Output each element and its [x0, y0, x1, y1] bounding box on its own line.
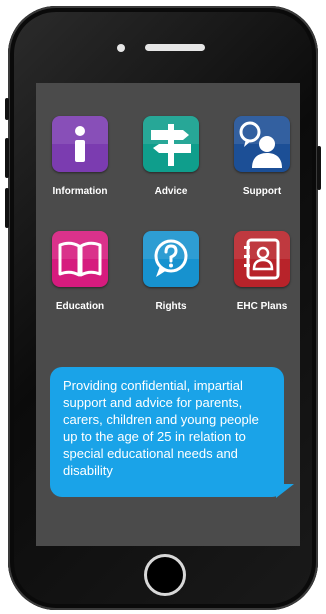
support-app-icon[interactable]: [234, 116, 290, 172]
front-camera: [117, 44, 125, 52]
contact-book-icon: [244, 238, 280, 280]
mute-switch[interactable]: [5, 98, 9, 120]
ehc-plans-app-icon[interactable]: [234, 231, 290, 287]
message-bubble: Providing confidential, impartial suppor…: [50, 367, 284, 497]
information-app-icon[interactable]: [52, 116, 108, 172]
volume-down-button[interactable]: [5, 188, 9, 228]
message-text: Providing confidential, impartial suppor…: [63, 378, 259, 478]
app-label: Education: [55, 301, 105, 312]
app-rights[interactable]: Rights: [131, 231, 211, 312]
question-bubble-icon: [154, 239, 188, 277]
volume-up-button[interactable]: [5, 138, 9, 178]
education-app-icon[interactable]: [52, 231, 108, 287]
app-education[interactable]: Education: [40, 231, 120, 312]
app-information[interactable]: Information: [40, 116, 120, 197]
rights-app-icon[interactable]: [143, 231, 199, 287]
earpiece-speaker: [145, 44, 205, 51]
app-ehc-plans[interactable]: EHC Plans: [222, 231, 302, 312]
app-label: Support: [242, 186, 282, 197]
app-label: Advice: [154, 186, 188, 197]
app-support[interactable]: Support: [222, 116, 302, 197]
person-chat-icon: [239, 121, 282, 168]
info-icon: [75, 126, 85, 162]
advice-app-icon[interactable]: [143, 116, 199, 172]
open-book-icon: [58, 241, 102, 277]
app-advice[interactable]: Advice: [131, 116, 211, 197]
app-label: EHC Plans: [236, 301, 288, 312]
app-label: Information: [52, 186, 108, 197]
home-button[interactable]: [144, 554, 186, 596]
app-label: Rights: [155, 301, 187, 312]
power-button[interactable]: [317, 146, 321, 190]
message-bubble-tail: [276, 484, 294, 498]
signpost-icon: [151, 124, 191, 166]
